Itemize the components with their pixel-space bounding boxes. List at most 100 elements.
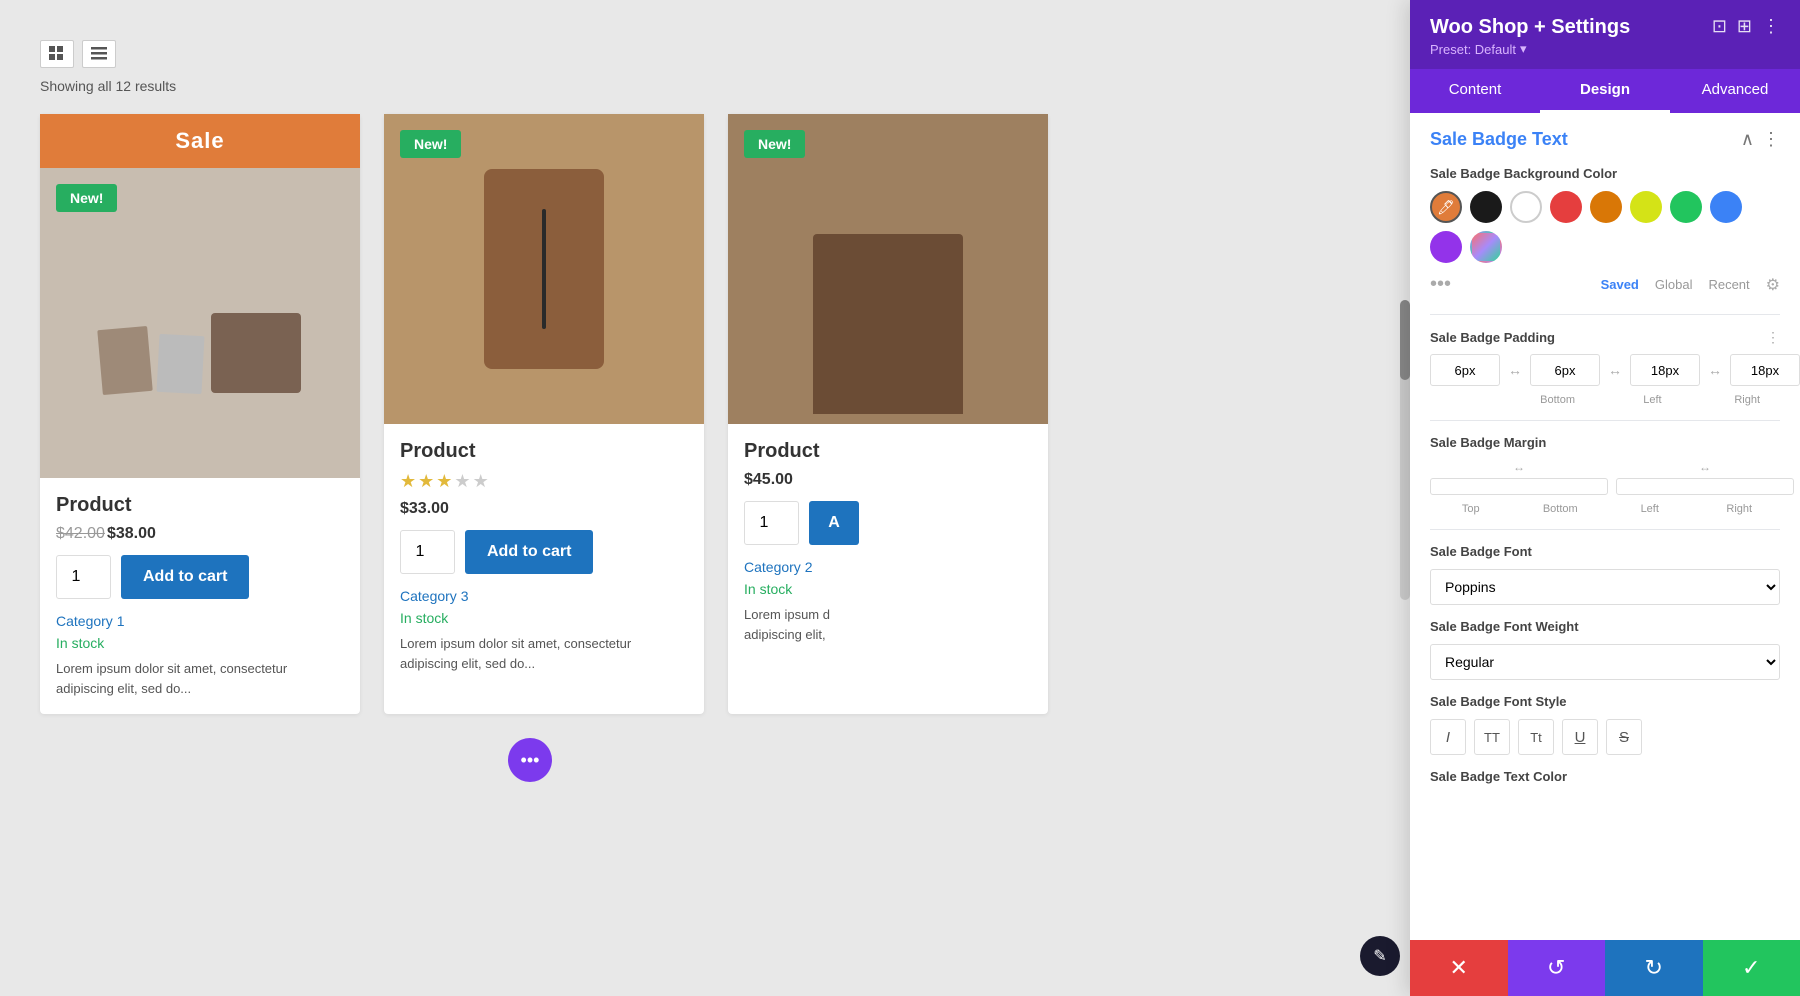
cancel-icon: ✕ xyxy=(1450,955,1468,981)
padding-link-icon[interactable]: ⋮ xyxy=(1766,329,1780,346)
redo-icon: ↻ xyxy=(1645,955,1663,981)
font-select[interactable]: Poppins Roboto Open Sans Lato Montserrat xyxy=(1430,569,1780,605)
preset-label: Preset: Default xyxy=(1430,42,1516,57)
price-sale-1: $38.00 xyxy=(107,525,156,542)
swatch-black[interactable] xyxy=(1470,191,1502,223)
color-tab-saved[interactable]: Saved xyxy=(1601,277,1639,292)
scroll-track xyxy=(1400,300,1410,600)
category-link-3[interactable]: Category 2 xyxy=(744,559,1032,575)
swatch-blue[interactable] xyxy=(1710,191,1742,223)
cancel-button[interactable]: ✕ xyxy=(1410,940,1508,996)
product-stars-2: ★★★★★ xyxy=(400,471,688,492)
stock-status-3: In stock xyxy=(744,581,1032,597)
swatch-red[interactable] xyxy=(1550,191,1582,223)
color-tab-recent[interactable]: Recent xyxy=(1708,277,1749,292)
list-view-button[interactable] xyxy=(82,40,116,68)
new-badge-3: New! xyxy=(744,130,805,158)
collapse-button[interactable]: ∧ xyxy=(1741,129,1754,150)
product-image-wrap: Sale New! xyxy=(40,114,360,478)
swatch-gradient[interactable] xyxy=(1470,231,1502,263)
swatch-lime[interactable] xyxy=(1630,191,1662,223)
swatch-green[interactable] xyxy=(1670,191,1702,223)
add-to-cart-button-2[interactable]: Add to cart xyxy=(465,530,593,574)
padding-left-link-icon[interactable]: ↔ xyxy=(1708,362,1722,378)
swatch-purple[interactable] xyxy=(1430,231,1462,263)
section-more-button[interactable]: ⋮ xyxy=(1762,129,1780,150)
margin-row: ↔ ↔ ↔ ↔ xyxy=(1430,460,1780,495)
category-link-2[interactable]: Category 3 xyxy=(400,588,688,604)
product-desc-1: Lorem ipsum dolor sit amet, consectetur … xyxy=(56,659,344,698)
padding-left-input[interactable] xyxy=(1630,354,1700,386)
padding-top-input[interactable] xyxy=(1430,354,1500,386)
panel-header-icons: ⊡ ⊞ ⋮ xyxy=(1712,16,1780,37)
undo-icon: ↺ xyxy=(1547,955,1565,981)
font-style-label: Sale Badge Font Style xyxy=(1430,694,1780,709)
font-style-row: I TT Tt U S xyxy=(1430,719,1780,755)
stock-status-2: In stock xyxy=(400,610,688,626)
padding-right-input[interactable] xyxy=(1730,354,1800,386)
scroll-thumb[interactable] xyxy=(1400,300,1410,380)
padding-bottom-link-icon[interactable]: ↔ xyxy=(1608,362,1622,378)
strikethrough-btn[interactable]: S xyxy=(1606,719,1642,755)
color-settings-icon[interactable]: ⚙ xyxy=(1766,275,1780,295)
divider-2 xyxy=(1430,420,1780,421)
margin-bottom-input[interactable] xyxy=(1616,478,1794,495)
margin-top-link[interactable]: ↔ xyxy=(1513,460,1525,474)
product-info-1: Product $42.00$38.00 Add to cart Categor… xyxy=(40,478,360,714)
main-content: Showing all 12 results Sale New! Product xyxy=(0,0,1060,802)
swatch-yellow[interactable] xyxy=(1590,191,1622,223)
section-header: Sale Badge Text ∧ ⋮ xyxy=(1430,129,1780,150)
italic-btn[interactable]: I xyxy=(1430,719,1466,755)
padding-setting-row: Sale Badge Padding ⋮ xyxy=(1430,329,1780,346)
margin-label: Sale Badge Margin xyxy=(1430,435,1780,450)
grid-view-button[interactable] xyxy=(40,40,74,68)
padding-bottom-input[interactable] xyxy=(1530,354,1600,386)
fullscreen-icon[interactable]: ⊡ xyxy=(1712,16,1727,37)
quantity-input-1[interactable] xyxy=(56,555,111,599)
tab-design[interactable]: Design xyxy=(1540,69,1670,113)
margin-labels: Top Bottom Left Right xyxy=(1430,503,1780,515)
category-link-1[interactable]: Category 1 xyxy=(56,613,344,629)
columns-icon[interactable]: ⊞ xyxy=(1737,16,1752,37)
panel-preset[interactable]: Preset: Default ▾ xyxy=(1430,41,1630,57)
color-tabs: ••• Saved Global Recent ⚙ xyxy=(1430,273,1780,296)
swatch-white[interactable] xyxy=(1510,191,1542,223)
dots-button[interactable]: ••• xyxy=(508,738,552,782)
save-button[interactable]: ✓ xyxy=(1703,940,1800,996)
margin-top-input[interactable] xyxy=(1430,478,1608,495)
color-tab-global[interactable]: Global xyxy=(1655,277,1693,292)
tab-content[interactable]: Content xyxy=(1410,69,1540,113)
product-info-3: Product $45.00 A Category 2 In stock Lor… xyxy=(728,424,1048,660)
more-options-icon[interactable]: ⋮ xyxy=(1762,16,1780,37)
font-weight-select[interactable]: Regular Medium SemiBold Bold xyxy=(1430,644,1780,680)
product-price-2: $33.00 xyxy=(400,500,688,518)
price-sale-2: $33.00 xyxy=(400,500,449,517)
add-to-cart-row-3: A xyxy=(744,501,1032,545)
panel-tabs: Content Design Advanced xyxy=(1410,69,1800,113)
add-to-cart-button-1[interactable]: Add to cart xyxy=(121,555,249,599)
swatch-custom[interactable]: 🖊 xyxy=(1430,191,1462,223)
woo-corner-badge[interactable]: ✎ xyxy=(1360,936,1400,976)
redo-button[interactable]: ↻ xyxy=(1605,940,1703,996)
undo-button[interactable]: ↺ xyxy=(1508,940,1606,996)
font-weight-label: Sale Badge Font Weight xyxy=(1430,619,1780,634)
divider-3 xyxy=(1430,529,1780,530)
product-desc-2: Lorem ipsum dolor sit amet, consectetur … xyxy=(400,634,688,673)
grid-icon xyxy=(49,46,65,62)
product-card: Sale New! Product $42.00$38.00 xyxy=(40,114,360,714)
capitalize-btn[interactable]: Tt xyxy=(1518,719,1554,755)
results-count: Showing all 12 results xyxy=(40,78,1020,94)
padding-top-link-icon[interactable]: ↔ xyxy=(1508,362,1522,378)
more-swatches-dots[interactable]: ••• xyxy=(1430,273,1451,296)
quantity-input-3[interactable] xyxy=(744,501,799,545)
margin-bottom-link[interactable]: ↔ xyxy=(1699,460,1711,474)
uppercase-btn[interactable]: TT xyxy=(1474,719,1510,755)
add-to-cart-button-3-partial[interactable]: A xyxy=(809,501,859,545)
tab-advanced[interactable]: Advanced xyxy=(1670,69,1800,113)
product-price-3: $45.00 xyxy=(744,471,1032,489)
panel-header: Woo Shop + Settings Preset: Default ▾ ⊡ … xyxy=(1410,0,1800,69)
underline-btn[interactable]: U xyxy=(1562,719,1598,755)
quantity-input-2[interactable] xyxy=(400,530,455,574)
add-to-cart-row-1: Add to cart xyxy=(56,555,344,599)
product-card-2: New! Product ★★★★★ $33.00 xyxy=(384,114,704,714)
